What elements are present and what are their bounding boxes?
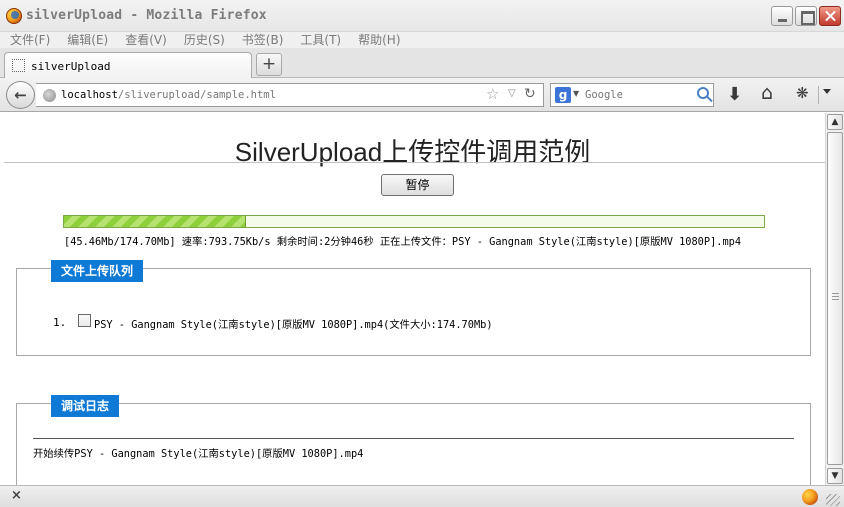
pause-button[interactable]: 暂停: [381, 174, 454, 196]
menu-file[interactable]: 文件(F): [10, 32, 50, 48]
scroll-up-button[interactable]: ▲: [827, 114, 843, 130]
queue-item-checkbox[interactable]: [78, 314, 91, 327]
url-host: localhost: [61, 89, 118, 101]
upload-progress-fill: [64, 216, 246, 227]
page-content: SilverUpload上传控件调用范例 暂停 [45.46Mb/174.70M…: [0, 113, 825, 485]
back-arrow-icon: ←: [14, 86, 27, 104]
search-engine-dropdown-icon[interactable]: ▼: [573, 89, 579, 98]
toolbar-menu-dropdown-icon[interactable]: [823, 89, 831, 94]
bookmark-star-icon[interactable]: ☆: [486, 85, 499, 103]
reload-icon[interactable]: ↻: [524, 86, 536, 102]
google-icon[interactable]: g: [555, 87, 571, 103]
search-icon[interactable]: [697, 87, 709, 99]
menu-view[interactable]: 查看(V): [125, 32, 167, 48]
close-addon-bar-button[interactable]: ×: [11, 488, 22, 503]
page-title: SilverUpload上传控件调用范例: [234, 137, 591, 167]
toolbar-separator: [818, 86, 819, 104]
url-dropdown-icon[interactable]: ▽: [508, 88, 516, 99]
menu-tools[interactable]: 工具(T): [300, 32, 341, 48]
dotted-page-icon: [12, 59, 25, 72]
new-tab-button[interactable]: +: [256, 53, 282, 76]
title-divider: [4, 162, 825, 163]
debug-log-legend: 调试日志: [51, 395, 120, 417]
menu-history[interactable]: 历史(S): [184, 32, 225, 48]
scrollbar-thumb[interactable]: [827, 132, 843, 465]
menu-edit[interactable]: 编辑(E): [67, 32, 108, 48]
back-button[interactable]: ←: [6, 81, 35, 109]
url-bar[interactable]: localhost/sliverupload/sample.html ☆ ▽ ↻: [36, 83, 544, 107]
debug-log-panel: 调试日志 开始续传PSY - Gangnam Style(江南style)[原版…: [16, 395, 811, 485]
minimize-button[interactable]: [771, 6, 793, 26]
window-title: silverUpload - Mozilla Firefox: [26, 8, 267, 23]
window-controls: [771, 6, 841, 26]
queue-item-index: 1.: [53, 316, 67, 329]
upload-queue-legend: 文件上传队列: [51, 260, 144, 282]
menu-bar: 文件(F) 编辑(E) 查看(V) 历史(S) 书签(B) 工具(T) 帮助(H…: [0, 32, 844, 48]
globe-icon: [43, 89, 56, 102]
home-icon[interactable]: ⌂: [761, 82, 773, 104]
scroll-down-button[interactable]: ▼: [827, 468, 843, 484]
tab-bar: silverUpload +: [0, 48, 844, 79]
close-window-button[interactable]: [819, 6, 841, 26]
navigation-toolbar: ← localhost/sliverupload/sample.html ☆ ▽…: [0, 78, 844, 112]
log-line: 开始续传PSY - Gangnam Style(江南style)[原版MV 10…: [33, 448, 364, 460]
download-icon[interactable]: ⬇: [727, 84, 742, 105]
menu-help[interactable]: 帮助(H): [358, 32, 400, 48]
maximize-button[interactable]: [795, 6, 817, 26]
vertical-scrollbar[interactable]: ▲ ▼: [825, 113, 844, 485]
log-divider: [33, 438, 794, 439]
tab-silverupload[interactable]: silverUpload: [4, 52, 252, 79]
resize-grip-icon[interactable]: [826, 494, 840, 506]
upload-queue-panel: 文件上传队列 1. PSY - Gangnam Style(江南style)[原…: [16, 260, 811, 356]
tab-label: silverUpload: [31, 60, 111, 73]
upload-progress-text: [45.46Mb/174.70Mb] 速率:793.75Kb/s 剩余时间:2分…: [64, 236, 742, 248]
window-titlebar: silverUpload - Mozilla Firefox: [0, 0, 844, 32]
upload-progress-bar: [63, 215, 765, 228]
search-input[interactable]: Google: [585, 89, 623, 101]
search-bar[interactable]: g ▼ Google: [550, 83, 714, 107]
scrollbar-grip-icon: [832, 293, 839, 300]
firefox-status-icon[interactable]: [802, 489, 818, 505]
menu-bookmarks[interactable]: 书签(B): [242, 32, 284, 48]
addon-bar: ×: [0, 485, 844, 507]
url-text: localhost/sliverupload/sample.html: [61, 89, 276, 101]
firefox-logo-icon: [6, 8, 22, 24]
url-path: /sliverupload/sample.html: [117, 89, 276, 101]
addon-icon[interactable]: ❋: [796, 84, 809, 102]
queue-item-text: PSY - Gangnam Style(江南style)[原版MV 1080P]…: [94, 319, 493, 331]
